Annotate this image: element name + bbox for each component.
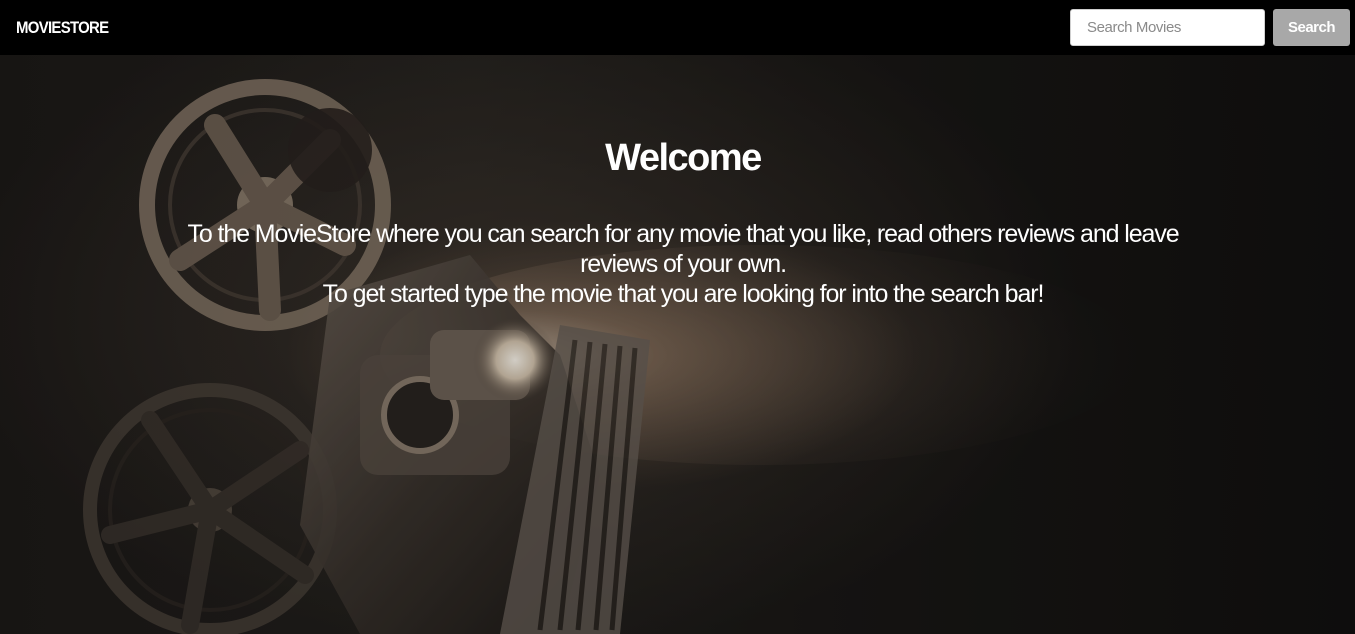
intro-line: To the MovieStore where you can search f… — [187, 220, 1179, 278]
hero-section: Welcome To the MovieStore where you can … — [0, 55, 1355, 634]
brand-logo-link[interactable]: MOVIESTORE — [16, 18, 109, 38]
search-input[interactable] — [1070, 9, 1265, 46]
search-button[interactable]: Search — [1273, 9, 1350, 46]
navbar: MOVIESTORE Search — [0, 0, 1355, 55]
welcome-heading: Welcome — [605, 137, 762, 179]
intro-text: To the MovieStore where you can search f… — [150, 219, 1216, 309]
intro-line: To get started type the movie that you a… — [322, 280, 1045, 308]
